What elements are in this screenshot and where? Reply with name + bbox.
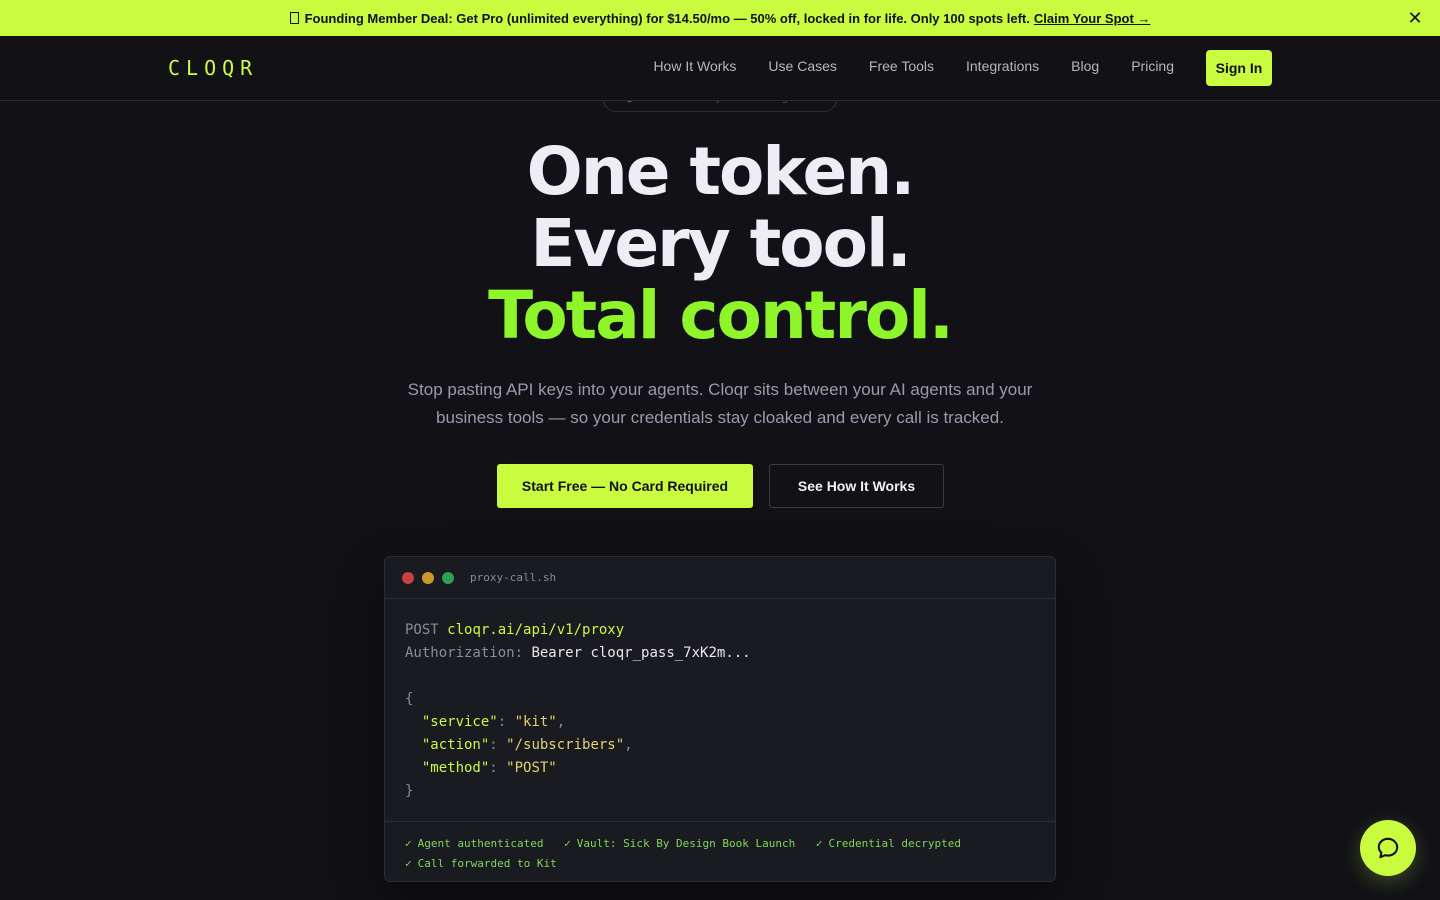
promo-text: Founding Member Deal: Get Pro (unlimited… (304, 10, 1030, 26)
field-key: "service" (421, 714, 498, 730)
code-field: "action": "/subscribers", (405, 734, 1035, 757)
code-line-request: POST cloqr.ai/api/v1/proxy (405, 619, 1035, 642)
code-field: "service": "kit", (405, 711, 1035, 734)
nav-link-blog[interactable]: Blog (1071, 58, 1099, 74)
field-colon: : (497, 714, 515, 730)
nav-links: How It Works Use Cases Free Tools Integr… (653, 58, 1174, 74)
auth-label: Authorization: (405, 645, 524, 661)
nav-link-use-cases[interactable]: Use Cases (768, 58, 836, 74)
code-field: "method": "POST" (405, 757, 1035, 780)
window-close-dot (402, 571, 414, 584)
ticket-icon (289, 12, 299, 24)
status-text: Credential decrypted (828, 837, 961, 850)
status-check: ✓ Vault: Sick By Design Book Launch (564, 834, 795, 854)
terminal-header: proxy-call.sh (385, 557, 1055, 599)
hero-title-line-3: Total control. (488, 277, 954, 354)
request-url: cloqr.ai/api/v1/proxy (447, 622, 625, 638)
code-close-brace: } (405, 783, 414, 799)
window-maximize-dot (442, 571, 454, 584)
field-comma: , (556, 714, 566, 730)
check-icon: ✓ (564, 837, 571, 850)
chat-button[interactable] (1360, 820, 1416, 876)
field-colon: : (489, 760, 507, 776)
check-icon: ✓ (405, 857, 412, 870)
field-value: "POST" (506, 760, 557, 776)
code-open-brace: { (405, 691, 414, 707)
claim-spot-link[interactable]: Claim Your Spot → (1034, 11, 1151, 26)
window-minimize-dot (422, 571, 434, 584)
sign-in-button[interactable]: Sign In (1206, 50, 1272, 86)
start-free-button[interactable]: Start Free — No Card Required (497, 464, 753, 508)
hero-title-line-1: One token. (526, 133, 916, 210)
nav-link-integrations[interactable]: Integrations (966, 58, 1039, 74)
hero-title: One token. Every tool. Total control. (0, 136, 1440, 352)
auth-value: Bearer cloqr_pass_7xK2m... (531, 645, 751, 661)
status-text: Call forwarded to Kit (417, 857, 557, 870)
check-icon: ✓ (405, 837, 412, 850)
promo-banner: Founding Member Deal: Get Pro (unlimited… (0, 0, 1440, 36)
status-text: Vault: Sick By Design Book Launch (576, 837, 796, 850)
hero-title-line-2: Every tool. (530, 205, 911, 282)
field-comma: , (624, 737, 633, 753)
navbar: CLOQR How It Works Use Cases Free Tools … (0, 36, 1440, 101)
hero-subtitle: Stop pasting API keys into your agents. … (407, 380, 1033, 427)
logo[interactable]: CLOQR (168, 56, 258, 80)
http-method: POST (405, 622, 439, 638)
see-how-it-works-button[interactable]: See How It Works (769, 464, 944, 508)
field-value: "/subscribers" (506, 737, 625, 753)
status-check: ✓ Call forwarded to Kit (405, 854, 557, 874)
status-check: ✓ Credential decrypted (816, 834, 961, 854)
nav-link-how-it-works[interactable]: How It Works (653, 58, 736, 74)
field-key: "action" (421, 737, 490, 753)
status-check: ✓ Agent authenticated (405, 834, 543, 854)
check-icon: ✓ (815, 837, 823, 850)
terminal-status: ✓ Agent authenticated ✓ Vault: Sick By Des… (385, 821, 1055, 881)
code-line-auth: Authorization: Bearer cloqr_pass_7xK2m..… (405, 642, 1035, 665)
field-colon: : (489, 737, 507, 753)
status-text: Agent authenticated (417, 837, 544, 850)
terminal-body: POST cloqr.ai/api/v1/proxy Authorization… (385, 599, 1055, 803)
close-icon[interactable]: ✕ (1406, 8, 1424, 29)
field-key: "method" (421, 760, 490, 776)
field-value: "kit" (514, 714, 557, 730)
nav-link-pricing[interactable]: Pricing (1131, 58, 1174, 74)
code-terminal: proxy-call.sh POST cloqr.ai/api/v1/proxy… (384, 556, 1056, 882)
chat-bubble-icon (1377, 837, 1399, 859)
nav-link-free-tools[interactable]: Free Tools (869, 58, 934, 74)
terminal-filename: proxy-call.sh (470, 571, 557, 584)
